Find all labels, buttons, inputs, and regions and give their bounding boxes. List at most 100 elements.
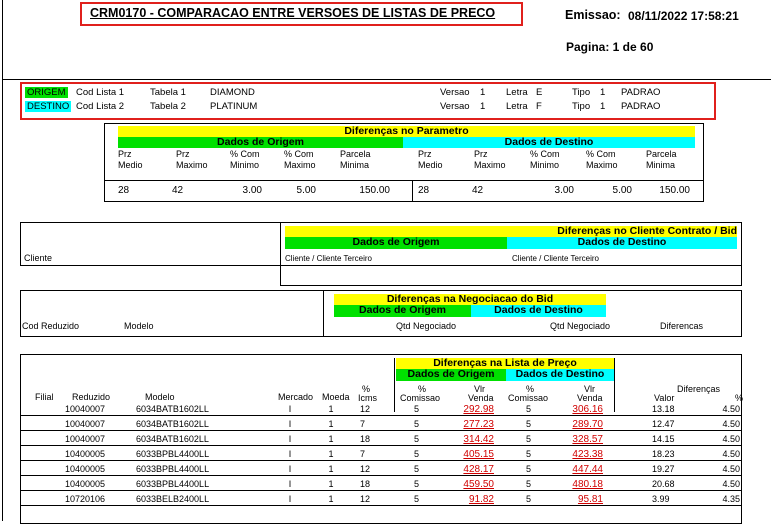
negociacao-col-cod: Cod Reduzido: [22, 321, 80, 331]
parametro-col-head: % Com: [284, 149, 314, 159]
precos-h-vlr1-bot: Venda: [468, 393, 494, 403]
precos-row-line: [20, 490, 742, 491]
table-row-com2: 5: [526, 419, 532, 429]
versao-label: Versao: [440, 87, 470, 98]
table-row-modelo: 6033BPBL4400LL: [136, 464, 210, 474]
table-row-pct: 4.50: [722, 449, 740, 459]
emissao-value: 08/11/2022 17:58:21: [628, 9, 739, 23]
table-row-icms: 18: [360, 434, 371, 444]
negociacao-col-dif: Diferencas: [660, 321, 704, 331]
list-tag: DESTINO: [25, 101, 72, 112]
emissao-label: Emissao:: [565, 8, 621, 22]
precos-table: [20, 354, 742, 524]
parametro-value: 5.00: [612, 185, 632, 196]
table-row-pct: 4.50: [722, 404, 740, 414]
table-row-com2: 5: [526, 434, 532, 444]
table-row-mercado: I: [288, 464, 292, 474]
table-row-reduzido: 10040007: [65, 434, 106, 444]
parametro-col-head: Parcela: [340, 149, 371, 159]
parametro-col-head: % Com: [530, 149, 560, 159]
table-row-com1: 5: [414, 449, 420, 459]
parametro-col-head: Parcela: [646, 149, 677, 159]
table-row-vlr2: 423.38: [572, 449, 603, 460]
tabela-label: Tabela 2: [150, 101, 186, 112]
versao-value: 1: [480, 87, 486, 98]
parametro-value: 3.00: [242, 185, 262, 196]
lists-highlight-box: [20, 82, 716, 120]
table-row-com1: 5: [414, 419, 420, 429]
table-row-vlr2: 95.81: [577, 494, 603, 505]
cod-lista-label: Cod Lista 2: [76, 101, 125, 112]
table-row-vlr1: 405.15: [463, 449, 494, 460]
tipo-label: Tipo: [572, 101, 591, 112]
table-row-valor: 18.23: [652, 449, 675, 459]
parametro-value: 28: [118, 185, 130, 196]
table-row-pct: 4.35: [722, 494, 740, 504]
table-row-com1: 5: [414, 404, 420, 414]
precos-h-icms-bot: Icms: [358, 393, 377, 403]
cliente-origem: Dados de Origem: [285, 237, 507, 249]
table-row-reduzido: 10400005: [65, 449, 106, 459]
table-row-modelo: 6034BATB1602LL: [136, 434, 209, 444]
table-row-valor: 13.18: [652, 404, 675, 414]
table-row-mercado: I: [288, 479, 292, 489]
table-row-com2: 5: [526, 404, 532, 414]
table-row-vlr1: 91.82: [468, 494, 494, 505]
table-row-moeda: 1: [328, 449, 334, 459]
parametro-col-head: Prz: [176, 149, 190, 159]
negociacao-origem: Dados de Origem: [334, 305, 471, 317]
tabela-value: DIAMOND: [210, 87, 255, 98]
cliente-col-cliente: Cliente: [24, 253, 53, 263]
table-row-moeda: 1: [328, 419, 334, 429]
table-row-vlr2: 328.57: [572, 434, 603, 445]
table-row-com2: 5: [526, 449, 532, 459]
table-row-reduzido: 10400005: [65, 464, 106, 474]
report-title: CRM0170 - COMPARACAO ENTRE VERSOES DE LI…: [90, 6, 496, 20]
table-row-modelo: 6033BELB2400LL: [136, 494, 210, 504]
parametro-col-head: Prz: [418, 149, 432, 159]
parametro-destino: Dados de Destino: [403, 137, 695, 148]
tipo-name: PADRAO: [621, 101, 661, 112]
tabela-value: PLATINUM: [210, 101, 258, 112]
parametro-col-head: % Com: [586, 149, 616, 159]
parametro-value: 3.00: [554, 185, 574, 196]
parametro-col-sub: Maximo: [586, 160, 618, 170]
table-row-moeda: 1: [328, 434, 334, 444]
table-row-com2: 5: [526, 479, 532, 489]
precos-h-com2-bot: Comissao: [508, 393, 549, 403]
table-row-modelo: 6034BATB1602LL: [136, 404, 209, 414]
parametro-divider: [104, 180, 704, 181]
table-row-com1: 5: [414, 479, 420, 489]
parametro-value: 42: [472, 185, 484, 196]
precos-h-valor: Valor: [654, 393, 675, 403]
page-number: Pagina: 1 de 60: [566, 40, 654, 54]
parametro-col-sub: Maximo: [474, 160, 506, 170]
parametro-col-head: Prz: [474, 149, 488, 159]
tipo-name: PADRAO: [621, 87, 661, 98]
table-row-vlr1: 459.50: [463, 479, 494, 490]
table-row-mercado: I: [288, 434, 292, 444]
parametro-value: 150.00: [659, 185, 690, 196]
parametro-value: 28: [418, 185, 430, 196]
tipo-value: 1: [600, 101, 606, 112]
table-row-pct: 4.50: [722, 419, 740, 429]
table-row-reduzido: 10040007: [65, 419, 106, 429]
cliente-bottom-line: [280, 285, 742, 286]
precos-row-line: [20, 430, 742, 431]
precos-row-line: [20, 445, 742, 446]
table-row-com2: 5: [526, 494, 532, 504]
letra-value: E: [536, 87, 543, 98]
table-row-com1: 5: [414, 494, 420, 504]
parametro-col-sub: Medio: [418, 160, 443, 170]
table-row-com1: 5: [414, 464, 420, 474]
parametro-col-sub: Maximo: [176, 160, 208, 170]
table-row-vlr1: 428.17: [463, 464, 494, 475]
header-divider: [3, 79, 771, 80]
table-row-icms: 7: [360, 449, 366, 459]
table-row-moeda: 1: [328, 494, 334, 504]
table-row-reduzido: 10400005: [65, 479, 106, 489]
cod-lista-label: Cod Lista 1: [76, 87, 125, 98]
precos-h-pct: %: [735, 393, 744, 403]
table-row-modelo: 6033BPBL4400LL: [136, 449, 210, 459]
table-row-vlr2: 447.44: [572, 464, 603, 475]
